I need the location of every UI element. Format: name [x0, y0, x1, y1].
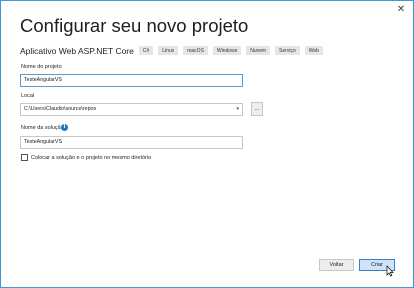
tag-macos: macOS — [183, 46, 208, 55]
tag-csharp: C# — [138, 46, 154, 55]
tag-linux: Linux — [158, 46, 179, 55]
mouse-cursor-icon — [386, 265, 394, 277]
location-label: Local — [21, 93, 35, 99]
same-directory-checkbox[interactable] — [21, 154, 28, 161]
dropdown-arrow-icon: ▾ — [236, 106, 239, 112]
solution-name-label: Nome da solução — [21, 125, 64, 131]
location-select[interactable]: C:\Users\Claudio\source\repos ▾ — [20, 103, 243, 116]
browse-button[interactable]: ... — [251, 102, 263, 116]
tag-windows: Windows — [212, 46, 242, 55]
tag-servico: Serviço — [275, 46, 300, 55]
tag-web: Web — [304, 46, 323, 55]
tag-nuvem: Nuvem — [246, 46, 271, 55]
project-name-input[interactable]: TesteAngularVS — [20, 74, 243, 87]
location-value: C:\Users\Claudio\source\repos — [24, 106, 97, 112]
close-icon[interactable]: ✕ — [395, 4, 407, 16]
page-title: Configurar seu novo projeto — [20, 15, 249, 36]
project-name-label: Nome do projeto — [21, 64, 62, 70]
template-info: Aplicativo Web ASP.NET Core C# Linux mac… — [20, 45, 328, 56]
info-icon[interactable]: i — [61, 124, 68, 131]
template-name: Aplicativo Web ASP.NET Core — [20, 45, 134, 56]
back-button[interactable]: Voltar — [319, 259, 354, 271]
dialog-window: ✕ Configurar seu novo projeto Aplicativo… — [0, 0, 414, 288]
same-directory-label[interactable]: Colocar a solução e o projeto no mesmo d… — [31, 155, 151, 161]
solution-name-input[interactable]: TesteAngularVS — [20, 136, 243, 149]
